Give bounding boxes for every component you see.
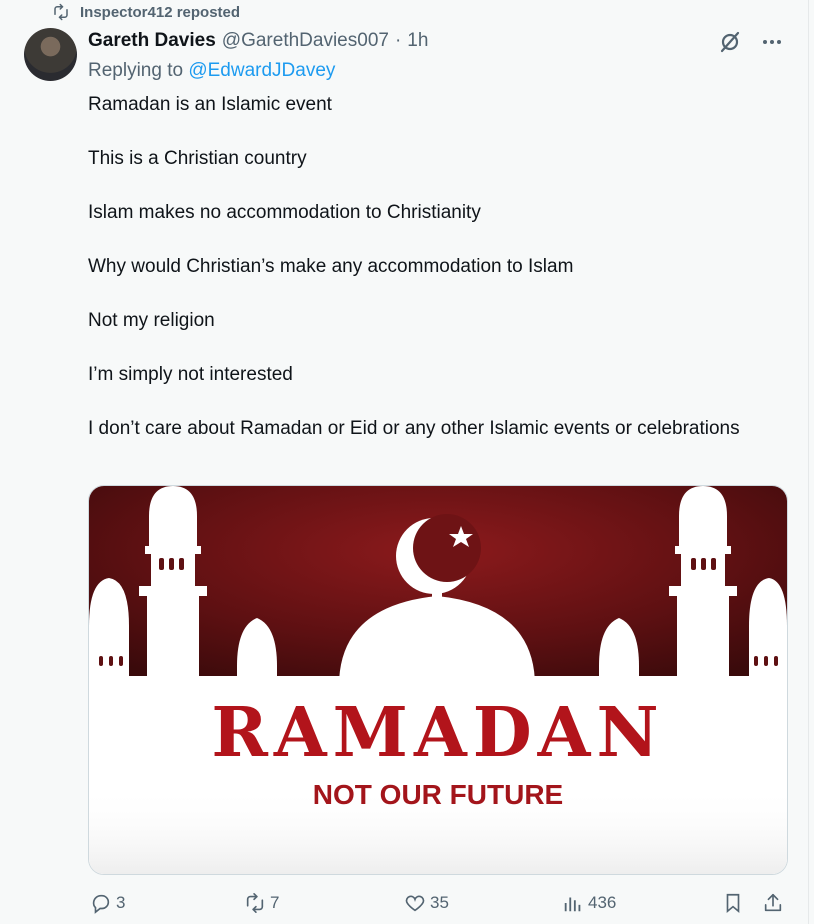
share-button[interactable] <box>762 892 784 914</box>
repost-count: 7 <box>270 893 280 912</box>
tweet-paragraph: Why would Christian’s make any accommoda… <box>88 256 574 277</box>
tweet-top-actions <box>718 30 784 54</box>
replying-to-link[interactable]: @EdwardJDavey <box>188 60 335 81</box>
avatar[interactable] <box>24 28 77 81</box>
heart-icon <box>405 895 425 912</box>
repost-indicator[interactable]: Inspector412 reposted <box>52 2 240 22</box>
views-button[interactable]: 436 <box>562 892 616 914</box>
separator-dot: · <box>394 30 402 51</box>
reply-icon <box>92 894 110 914</box>
replying-to: Replying to @EdwardJDavey <box>88 60 335 82</box>
like-button[interactable]: 35 <box>404 892 449 914</box>
view-count: 436 <box>588 893 617 912</box>
replying-prefix: Replying to <box>88 60 189 81</box>
bookmark-button[interactable] <box>722 892 744 914</box>
display-name[interactable]: Gareth Davies <box>88 30 216 52</box>
author-row: Gareth Davies @GarethDavies007 · 1h <box>88 30 428 52</box>
repost-button[interactable]: 7 <box>244 892 279 914</box>
repost-label: Inspector412 reposted <box>80 3 241 21</box>
repost-icon <box>54 3 68 21</box>
tweet-paragraph: Not my religion <box>88 310 215 331</box>
tweet-paragraph: Ramadan is an Islamic event <box>88 94 332 115</box>
tweet-actions: 3 7 35 436 <box>88 890 788 918</box>
repost-icon <box>246 893 264 913</box>
tweet-paragraph: This is a Christian country <box>88 148 307 169</box>
ramadan-banner-image: RAMADAN NOT OUR FUTURE <box>89 486 787 874</box>
reply-count: 3 <box>116 893 126 912</box>
more-options-icon[interactable] <box>760 30 784 54</box>
reply-button[interactable]: 3 <box>90 892 125 914</box>
tweet-paragraph: I don’t care about Ramadan or Eid or any… <box>88 418 740 439</box>
views-chart-icon <box>564 897 581 912</box>
tweet-text: Ramadan is an Islamic event This is a Ch… <box>88 91 768 442</box>
tweet-card[interactable]: Inspector412 reposted Gareth Davies @Gar… <box>0 0 809 924</box>
like-count: 35 <box>430 893 449 912</box>
timestamp[interactable]: 1h <box>407 30 428 52</box>
bookmark-icon <box>726 893 740 914</box>
tweet-image[interactable]: RAMADAN NOT OUR FUTURE <box>88 485 788 875</box>
banner-subline: NOT OUR FUTURE <box>313 779 563 810</box>
banner-headline: RAMADAN <box>211 693 664 773</box>
grok-icon[interactable] <box>718 30 742 54</box>
tweet-paragraph: I’m simply not interested <box>88 364 293 385</box>
tweet-paragraph: Islam makes no accommodation to Christia… <box>88 202 481 223</box>
user-handle[interactable]: @GarethDavies007 <box>222 30 389 52</box>
share-icon <box>764 893 782 912</box>
